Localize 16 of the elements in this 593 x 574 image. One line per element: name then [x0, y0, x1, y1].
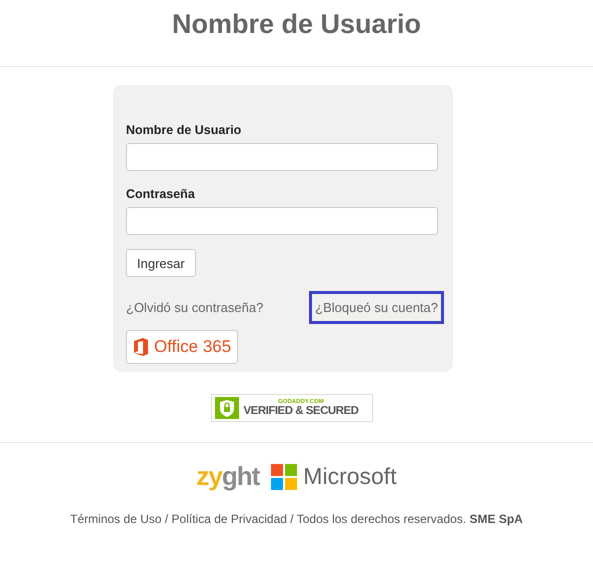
microsoft-logo-text: Microsoft	[303, 463, 397, 490]
windows-squares-icon	[271, 464, 298, 490]
input-field[interactable]	[126, 207, 438, 235]
page-title: Nombre de Usuario	[172, 8, 422, 40]
seal-text: VERIFIED & SECURED	[244, 405, 358, 417]
footer-text: Términos de Uso / Política de Privacidad / Todos los derechos reservados. SME SpA	[69, 512, 524, 526]
link[interactable]: ¿Olvidó su contraseña?	[126, 291, 270, 324]
input-field[interactable]	[126, 143, 438, 171]
office-icon	[133, 337, 149, 357]
field-label: Contraseña	[126, 187, 195, 201]
link[interactable]: ¿Bloqueó su cuenta?	[309, 291, 444, 324]
office-button[interactable]: Office 365	[126, 330, 238, 364]
login-button[interactable]: Ingresar	[126, 249, 196, 277]
zyght-logo: zyght	[196, 461, 260, 492]
field-label: Nombre de Usuario	[126, 123, 242, 137]
lock-shield-icon	[214, 397, 238, 419]
